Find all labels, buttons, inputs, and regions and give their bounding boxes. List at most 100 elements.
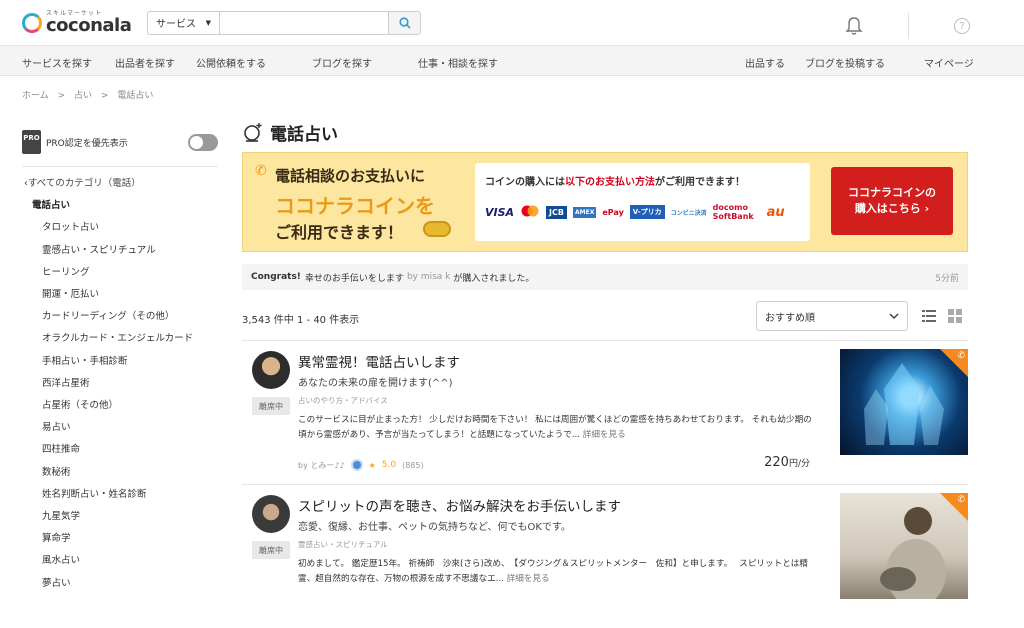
service-description: このサービスに目が止まった方！ 少しだけお時間を下さい！ 私には周囲が驚くほどの…: [298, 415, 812, 440]
service-card[interactable]: 離席中 異常霊視！電話占いします あなたの未来の扉を開けます(^^) 占いのやり…: [242, 340, 968, 484]
detail-link[interactable]: 詳細を見る: [583, 430, 626, 440]
service-title[interactable]: 異常霊視！電話占いします: [298, 351, 460, 371]
breadcrumb: ホーム > 占い > 電話占い: [22, 88, 159, 101]
category-item[interactable]: オラクルカード・エンジェルカード: [22, 328, 218, 350]
phone-fortune-icon: [244, 123, 262, 142]
review-count: (885): [402, 460, 424, 470]
service-category[interactable]: 占いのやり方・アドバイス: [298, 395, 388, 406]
congrats-service[interactable]: 幸せのお手伝いをします: [305, 271, 404, 284]
congrats-buyer: by misa k: [406, 272, 451, 282]
category-item[interactable]: 四柱推命: [22, 439, 218, 461]
congrats-label: Congrats!: [251, 272, 301, 282]
vpreca-logo: V-プリカ: [629, 205, 665, 219]
service-thumbnail[interactable]: ✆: [840, 493, 968, 599]
buy-coins-button[interactable]: ココナラコインの 購入はこちら ›: [831, 167, 953, 235]
search-icon: [398, 16, 411, 29]
rating-value: 5.0: [381, 460, 397, 470]
category-item[interactable]: 占星術（その他）: [22, 395, 218, 417]
service-category[interactable]: 霊感占い・スピリチュアル: [298, 539, 388, 550]
category-current[interactable]: 電話占い: [22, 195, 218, 217]
nav-find-sellers[interactable]: 出品者を探す: [115, 55, 175, 70]
category-item[interactable]: ヒーリング: [22, 262, 218, 284]
search-bar: サービス ▼: [147, 10, 421, 35]
category-item[interactable]: 西洋占星術: [22, 373, 218, 395]
category-item[interactable]: 開運・厄払い: [22, 284, 218, 306]
service-title[interactable]: スピリットの声を聴き、お悩み解決をお手伝いします: [298, 495, 621, 515]
category-item[interactable]: タロット占い: [22, 217, 218, 239]
sort-select[interactable]: おすすめ順: [756, 301, 908, 331]
status-badge: 離席中: [252, 397, 290, 415]
visa-logo: VISA: [485, 205, 515, 219]
breadcrumb-fortune[interactable]: 占い: [74, 91, 92, 101]
chevron-down-icon: [889, 313, 899, 319]
amex-logo: AMEX: [573, 206, 597, 218]
category-item[interactable]: 夢占い: [22, 573, 218, 595]
buy-coins-line1: ココナラコインの: [848, 186, 936, 199]
coconala-logo[interactable]: スキルマーケット coconala: [22, 10, 147, 35]
category-item[interactable]: 霊感占い・スピリチュアル: [22, 240, 218, 262]
search-input[interactable]: [220, 11, 388, 34]
mastercard-logo: [520, 205, 540, 219]
help-icon[interactable]: ?: [954, 18, 970, 34]
sidebar-divider: [22, 166, 218, 167]
jcb-logo: JCB: [546, 205, 567, 219]
service-card[interactable]: 離席中 スピリットの声を聴き、お悩み解決をお手伝いします 恋愛、復縁、お仕事、ペ…: [242, 484, 968, 628]
category-item[interactable]: 数秘術: [22, 462, 218, 484]
seller-name[interactable]: by とみー♪♪: [298, 460, 345, 471]
nav-find-jobs[interactable]: 仕事・相談を探す: [418, 55, 498, 70]
service-thumbnail[interactable]: ✆: [840, 349, 968, 455]
category-item[interactable]: カードリーディング（その他）: [22, 306, 218, 328]
breadcrumb-current: 電話占い: [117, 91, 154, 101]
service-description: 初めまして。 鑑定歴15年。 祈祷師 沙來(さら)改め、 【ダウジング＆スピリッ…: [298, 559, 808, 584]
category-item[interactable]: 九星気学: [22, 506, 218, 528]
global-nav: サービスを探す 出品者を探す 公開依頼をする ブログを探す 仕事・相談を探す 出…: [0, 46, 1024, 76]
detail-link[interactable]: 詳細を見る: [507, 574, 550, 584]
notification-bell-icon[interactable]: [845, 16, 863, 36]
purchase-notice: Congrats! 幸せのお手伝いをします by misa k が購入されました…: [242, 264, 968, 290]
docomo-softbank-logo: docomo SoftBank: [712, 203, 754, 221]
nav-find-services[interactable]: サービスを探す: [22, 55, 92, 70]
breadcrumb-home[interactable]: ホーム: [22, 91, 49, 101]
category-item[interactable]: 手相占い・手相診断: [22, 351, 218, 373]
phone-icon: ✆: [957, 351, 965, 361]
category-sidebar: PRO PRO認定を優先表示 ‹すべてのカテゴリ（電話） 電話占い タロット占い…: [22, 128, 218, 595]
category-item[interactable]: 算命学: [22, 528, 218, 550]
logo-mark-icon: [22, 12, 42, 33]
top-header: スキルマーケット coconala サービス ▼ ?: [0, 0, 1024, 46]
epay-logo: ePay: [602, 207, 624, 217]
congrats-time: 5分前: [935, 273, 959, 284]
nav-sell[interactable]: 出品する: [745, 55, 785, 70]
grid-view-icon[interactable]: [948, 309, 962, 323]
seller-avatar[interactable]: [252, 351, 290, 389]
au-logo: au: [766, 204, 785, 220]
congrats-text: が購入されました。: [453, 273, 535, 284]
category-item[interactable]: 易占い: [22, 417, 218, 439]
search-button[interactable]: [388, 11, 420, 34]
caret-down-icon: ▼: [205, 18, 211, 27]
category-item[interactable]: 風水占い: [22, 550, 218, 572]
phone-icon: ✆: [255, 163, 267, 179]
nav-post-request[interactable]: 公開依頼をする: [196, 55, 266, 70]
nav-find-blogs[interactable]: ブログを探す: [312, 55, 372, 70]
result-count: 3,543 件中 1 - 40 件表示: [242, 315, 360, 326]
nav-post-blog[interactable]: ブログを投稿する: [805, 55, 885, 70]
category-item[interactable]: 姓名判断占い・姓名診断: [22, 484, 218, 506]
payment-methods-title: コインの購入には以下のお支払い方法がご利用できます！: [485, 177, 745, 188]
sort-value: おすすめ順: [765, 312, 815, 324]
coin-promo-banner[interactable]: ✆ 電話相談のお支払いに ココナラコインを ご利用できます！ コインの購入には以…: [242, 152, 968, 252]
banner-line3: ご利用できます！: [275, 223, 404, 242]
search-category-select[interactable]: サービス ▼: [148, 11, 220, 34]
category-all-label: すべてのカテゴリ（電話）: [27, 178, 141, 189]
service-subtitle: 恋愛、復縁、お仕事、ペットの気持ちなど、何でもOKです。: [298, 522, 571, 533]
seller-avatar[interactable]: [252, 495, 290, 533]
page-title: 電話占い: [270, 124, 338, 145]
pro-filter-label: PRO認定を優先表示: [46, 138, 128, 149]
pro-filter-row: PRO PRO認定を優先表示: [22, 128, 218, 156]
service-price: 220円/分: [764, 455, 810, 470]
convenience-store-logo: コンビニ決済: [670, 209, 707, 217]
category-all[interactable]: ‹すべてのカテゴリ（電話）: [22, 173, 218, 195]
nav-mypage[interactable]: マイページ: [924, 55, 974, 70]
list-view-icon[interactable]: [922, 309, 936, 323]
pro-filter-toggle[interactable]: [188, 133, 218, 151]
service-meta: by とみー♪♪ ★ 5.0 (885): [298, 459, 424, 471]
